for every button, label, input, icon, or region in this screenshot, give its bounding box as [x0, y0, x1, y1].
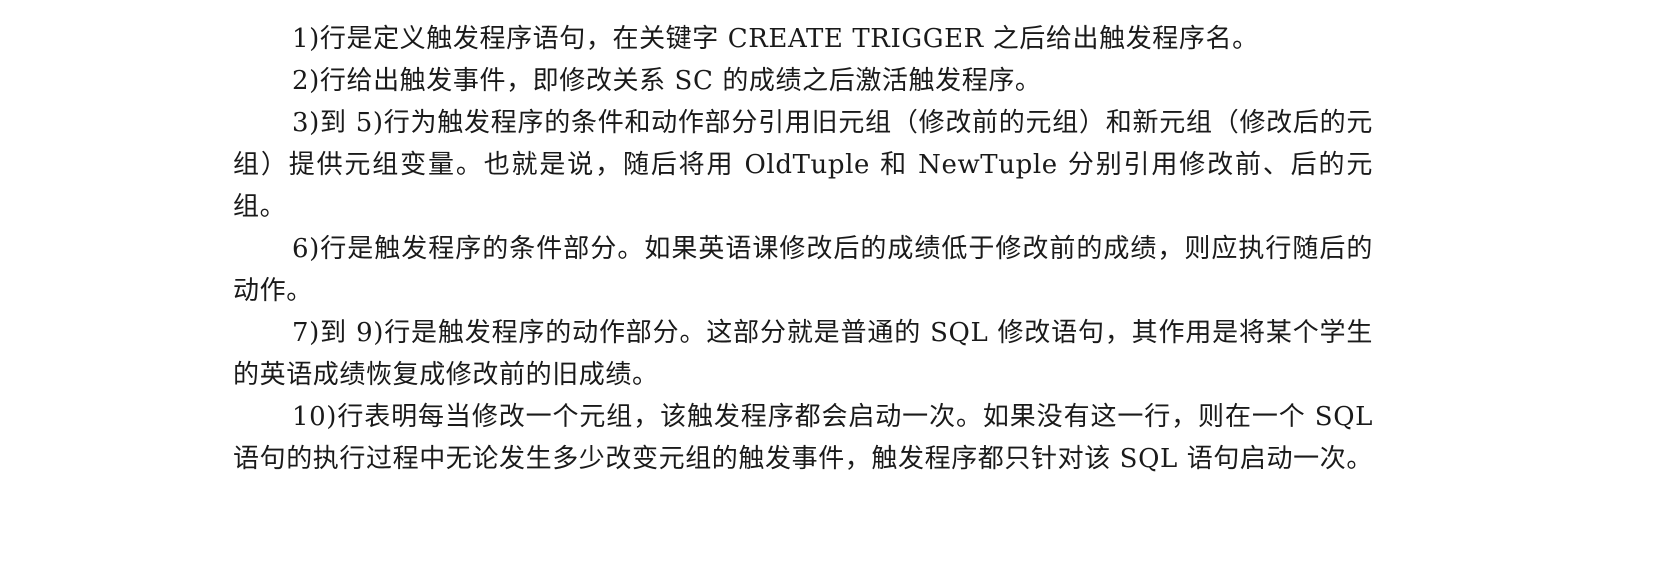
- paragraph-line-10: 10)行表明每当修改一个元组，该触发程序都会启动一次。如果没有这一行，则在一个 …: [233, 402, 1373, 474]
- text-block: 1)行是定义触发程序语句，在关键字 CREATE TRIGGER 之后给出触发程…: [233, 18, 1373, 480]
- paragraph-line-2: 2)行给出触发事件，即修改关系 SC 的成绩之后激活触发程序。: [292, 66, 1042, 96]
- paragraph-line-1: 1)行是定义触发程序语句，在关键字 CREATE TRIGGER 之后给出触发程…: [292, 24, 1259, 54]
- paragraph-line-6: 6)行是触发程序的条件部分。如果英语课修改后的成绩低于修改前的成绩，则应执行随后…: [233, 234, 1373, 306]
- document-page: 1)行是定义触发程序语句，在关键字 CREATE TRIGGER 之后给出触发程…: [0, 0, 1653, 577]
- paragraph-lines-3-5: 3)到 5)行为触发程序的条件和动作部分引用旧元组（修改前的元组）和新元组（修改…: [233, 108, 1373, 222]
- paragraph-lines-7-9: 7)到 9)行是触发程序的动作部分。这部分就是普通的 SQL 修改语句，其作用是…: [233, 318, 1373, 390]
